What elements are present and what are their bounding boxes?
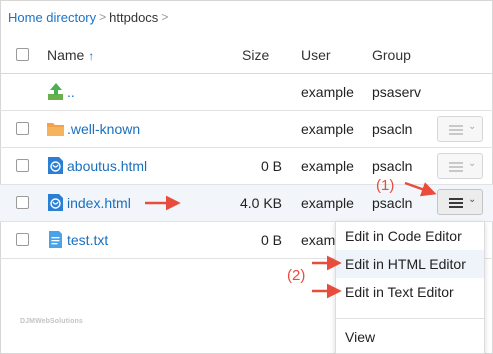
- file-size: 0 B: [260, 158, 282, 174]
- table-row: .well-known example psacln ⌄: [0, 111, 493, 148]
- breadcrumb-home-link[interactable]: Home directory: [8, 10, 96, 25]
- row-actions-menu: Edit in Code Editor Edit in HTML Editor …: [335, 221, 485, 354]
- row-checkbox[interactable]: [16, 159, 29, 172]
- file-group: psacln: [372, 195, 413, 211]
- text-file-icon: [49, 231, 62, 248]
- up-folder-icon: [48, 83, 63, 100]
- chevron-down-icon: ⌄: [468, 194, 477, 205]
- breadcrumb-current: httpdocs: [109, 9, 159, 25]
- file-size: 0 B: [260, 232, 282, 248]
- menu-item-edit-code-editor[interactable]: Edit in Code Editor: [336, 222, 484, 250]
- watermark: DJMWebSolutions: [20, 318, 83, 325]
- menu-item-edit-html-editor[interactable]: Edit in HTML Editor: [336, 250, 484, 278]
- table-header: Name ↑ Size User Group: [0, 36, 493, 74]
- breadcrumb: Home directory > httpdocs >: [8, 9, 171, 25]
- column-header-group[interactable]: Group: [372, 47, 411, 63]
- step-2-label: (2): [287, 267, 306, 284]
- html-file-icon: [48, 194, 63, 211]
- chevron-down-icon: ⌄: [468, 121, 477, 132]
- file-user: example: [301, 195, 354, 211]
- file-group: psaserv: [372, 84, 422, 100]
- file-name-link[interactable]: .well-known: [67, 121, 140, 137]
- column-header-user[interactable]: User: [301, 47, 331, 63]
- row-checkbox[interactable]: [16, 196, 29, 209]
- chevron-down-icon: ⌄: [468, 158, 477, 169]
- column-header-name[interactable]: Name ↑: [47, 47, 94, 63]
- html-file-icon: [48, 157, 63, 174]
- file-group: psacln: [372, 121, 413, 137]
- menu-item-view[interactable]: View: [336, 323, 484, 351]
- file-user: example: [301, 84, 354, 100]
- hamburger-icon: [449, 162, 463, 172]
- file-name-link[interactable]: ..: [67, 84, 75, 100]
- menu-item-edit-text-editor[interactable]: Edit in Text Editor: [336, 278, 484, 306]
- table-row: index.html 4.0 KB example psacln ⌄: [0, 185, 493, 222]
- table-row: .. example psaserv: [0, 74, 493, 111]
- column-name-label: Name: [47, 47, 85, 63]
- row-checkbox[interactable]: [16, 233, 29, 246]
- folder-icon: [47, 123, 64, 136]
- sort-ascending-icon: ↑: [88, 49, 95, 63]
- row-actions-button[interactable]: ⌄: [437, 189, 483, 215]
- breadcrumb-separator: >: [99, 10, 107, 24]
- file-user: example: [301, 121, 354, 137]
- row-actions-button[interactable]: ⌄: [437, 153, 483, 179]
- file-user: example: [301, 158, 354, 174]
- column-header-size[interactable]: Size: [242, 47, 269, 63]
- file-size: 4.0 KB: [239, 195, 282, 211]
- file-name-link[interactable]: test.txt: [67, 232, 108, 248]
- row-checkbox[interactable]: [16, 122, 29, 135]
- row-actions-button[interactable]: ⌄: [437, 116, 483, 142]
- table-row: aboutus.html 0 B example psacln ⌄: [0, 148, 493, 185]
- file-name-link[interactable]: aboutus.html: [67, 158, 147, 174]
- step-1-label: (1): [376, 177, 395, 194]
- menu-divider: [336, 318, 484, 319]
- breadcrumb-separator: >: [161, 10, 169, 24]
- file-group: psacln: [372, 158, 413, 174]
- file-name-link[interactable]: index.html: [67, 195, 131, 211]
- select-all-checkbox[interactable]: [16, 48, 29, 61]
- hamburger-icon: [449, 125, 463, 135]
- hamburger-icon: [449, 198, 463, 208]
